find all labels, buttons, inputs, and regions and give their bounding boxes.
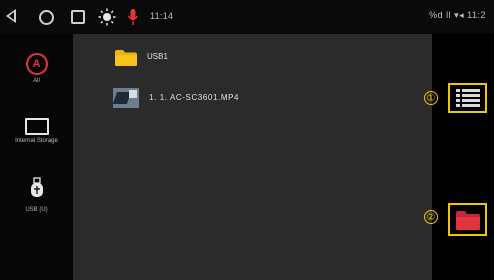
- sidebar-item-label: Internal Storage: [15, 138, 58, 144]
- sidebar-item-all[interactable]: A All: [0, 53, 73, 84]
- microphone-icon[interactable]: [127, 8, 139, 26]
- sidebar-item-label: USB (U): [25, 207, 48, 213]
- right-toolbar: [432, 34, 494, 280]
- callout-marker: ①: [424, 91, 438, 105]
- file-list: USB1 1. 1. AC-SC3601.MP4: [73, 34, 432, 280]
- list-item-label: USB1: [147, 52, 168, 61]
- status-indicators: %d ll ▾◂ 11:2: [429, 10, 486, 20]
- storage-icon: [24, 118, 49, 135]
- status-bar: 11:14 %d ll ▾◂ 11:2: [0, 0, 494, 34]
- sidebar-item-usb[interactable]: USB (U): [0, 177, 73, 213]
- back-icon[interactable]: [6, 9, 16, 23]
- list-item-label: 1. 1. AC-SC3601.MP4: [149, 93, 240, 102]
- callout-marker: ②: [424, 210, 438, 224]
- recent-apps-icon[interactable]: [71, 10, 85, 24]
- brightness-icon[interactable]: [98, 8, 116, 26]
- sidebar: A All Internal Storage USB (U): [0, 34, 73, 280]
- list-item[interactable]: 1. 1. AC-SC3601.MP4: [73, 82, 432, 116]
- usb-icon: [30, 177, 43, 197]
- video-thumbnail-icon: [113, 88, 139, 108]
- folder-icon: [115, 50, 137, 66]
- status-time: 11:14: [150, 11, 174, 21]
- sidebar-item-internal-storage[interactable]: Internal Storage: [0, 118, 73, 144]
- list-item[interactable]: USB1: [73, 40, 432, 72]
- all-icon: A: [25, 53, 48, 75]
- sidebar-item-label: All: [33, 78, 40, 84]
- home-icon[interactable]: [39, 10, 54, 25]
- folder-icon[interactable]: [456, 211, 480, 230]
- list-view-icon[interactable]: [456, 89, 480, 107]
